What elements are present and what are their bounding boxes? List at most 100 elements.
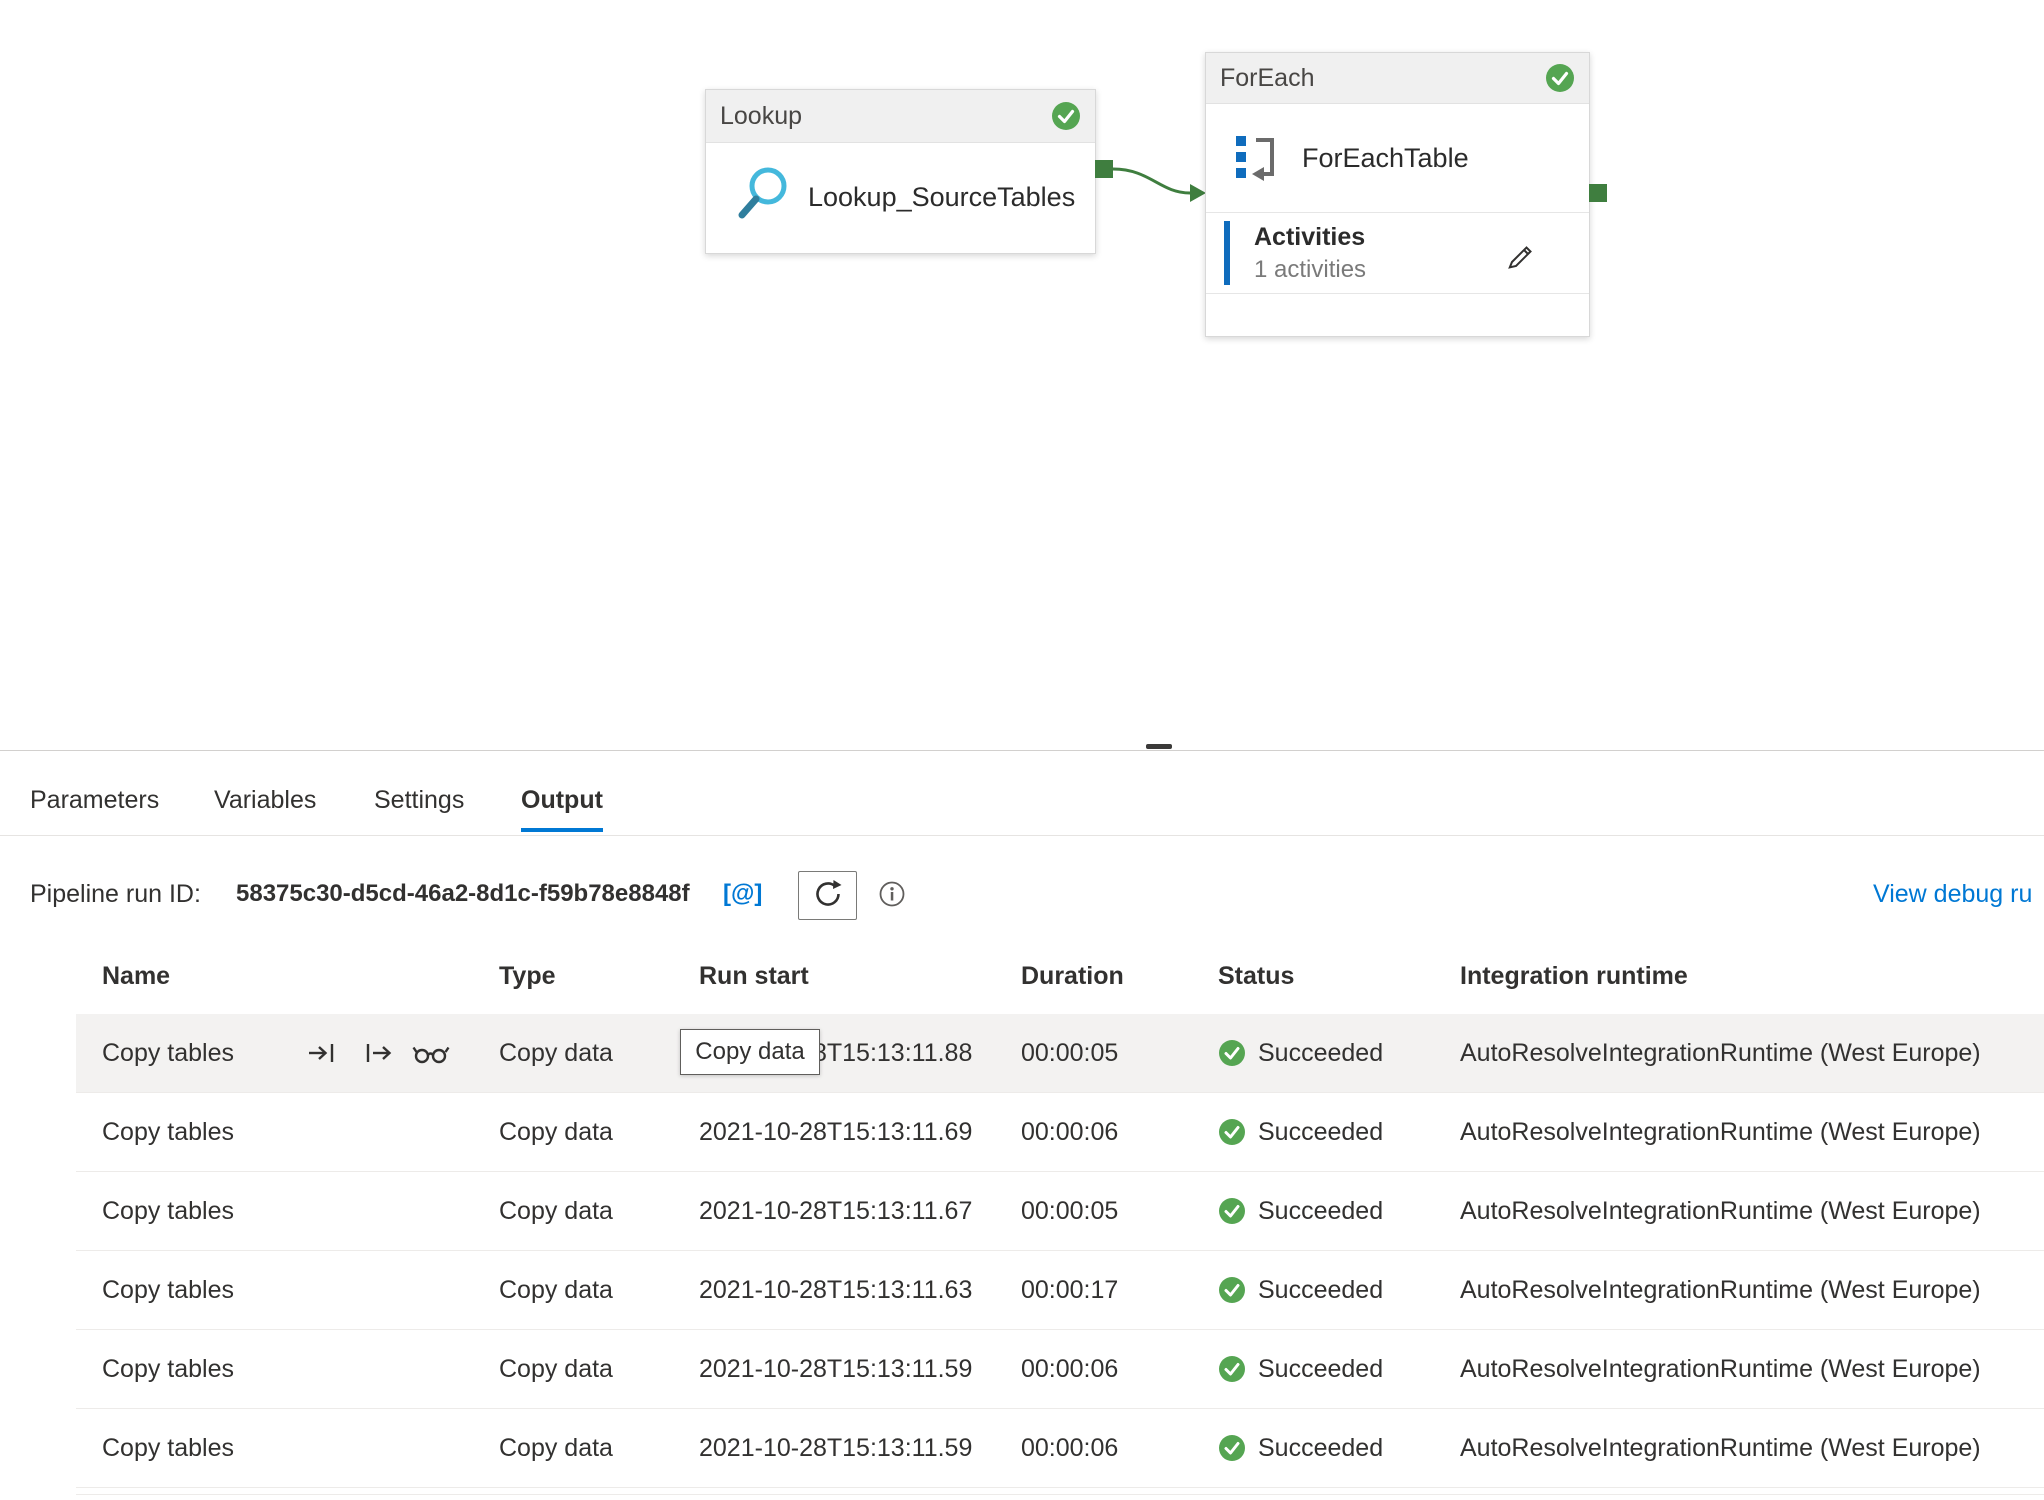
row-name: Copy tables [102,1409,234,1487]
dynamic-content-at-icon[interactable]: [@] [723,868,762,920]
column-header-status: Status [1218,938,1294,1014]
succeeded-check-icon [1218,1039,1246,1067]
row-name: Copy tables [102,1330,234,1408]
row-status: Succeeded [1218,1014,1383,1092]
row-type: Copy data [499,1409,613,1487]
foreach-node-header: ForEach [1206,53,1589,104]
tab-variables[interactable]: Variables [214,772,316,828]
info-icon[interactable] [878,880,906,908]
row-name: Copy tables [102,1251,234,1329]
panel-divider [0,750,2044,751]
column-header-name: Name [102,938,170,1014]
success-check-icon [1051,101,1081,131]
succeeded-check-icon [1218,1434,1246,1462]
tab-output[interactable]: Output [521,772,603,832]
column-header-integration-runtime: Integration runtime [1460,938,1688,1014]
succeeded-check-icon [1218,1355,1246,1383]
succeeded-check-icon [1218,1276,1246,1304]
table-row[interactable]: Copy tables Copy data 2021-10-28T15:13:1… [76,1172,2044,1251]
row-status-text: Succeeded [1258,1355,1383,1384]
input-icon[interactable] [306,1037,340,1069]
activities-text: Activities 1 activities [1254,223,1366,284]
row-type: Copy data [499,1172,613,1250]
row-duration: 00:00:05 [1021,1172,1118,1250]
column-header-run-start: Run start [699,938,809,1014]
tabs-divider [0,835,2044,836]
edit-activities-pencil-icon[interactable] [1505,237,1537,274]
row-type: Copy data [499,1014,613,1092]
row-status-text: Succeeded [1258,1434,1383,1463]
lookup-activity-node[interactable]: Lookup Lookup_SourceTables [705,89,1096,254]
view-debug-link[interactable]: View debug ru [1873,868,2044,920]
lookup-output-port[interactable] [1095,160,1113,178]
row-integration-runtime: AutoResolveIntegrationRuntime (West Euro… [1460,1251,1981,1329]
output-icon[interactable] [362,1037,396,1069]
row-type: Copy data [499,1093,613,1171]
pipeline-run-id-value: 58375c30-d5cd-46a2-8d1c-f59b78e8848f [236,868,690,920]
lookup-node-body: Lookup_SourceTables [706,143,1095,252]
row-integration-runtime: AutoResolveIntegrationRuntime (West Euro… [1460,1409,1981,1487]
table-bottom-divider [76,1494,2044,1495]
foreach-loop-icon [1234,129,1280,188]
table-row[interactable]: Copy tables Copy data 2021-10-28T15:13:1… [76,1409,2044,1488]
row-run-start: 2021-10-28T15:13:11.63 [699,1251,972,1329]
pipeline-canvas[interactable]: Lookup Lookup_SourceTables [0,0,2044,750]
row-status-text: Succeeded [1258,1276,1383,1305]
row-type: Copy data [499,1330,613,1408]
adf-pipeline-screen: Lookup Lookup_SourceTables [0,0,2044,1500]
row-run-start: 2021-10-28T15:13:11.59 [699,1330,972,1408]
row-integration-runtime: AutoResolveIntegrationRuntime (West Euro… [1460,1014,1981,1092]
row-duration: 00:00:05 [1021,1014,1118,1092]
activities-label: Activities [1254,223,1366,252]
foreach-node-body: ForEachTable [1206,104,1589,212]
column-header-type: Type [499,938,556,1014]
tab-settings[interactable]: Settings [374,772,464,828]
activity-runs-table: Copy tables [76,1014,2044,1488]
succeeded-check-icon [1218,1197,1246,1225]
column-header-duration: Duration [1021,938,1124,1014]
row-duration: 00:00:17 [1021,1251,1118,1329]
table-row[interactable]: Copy tables [76,1014,2044,1093]
succeeded-check-icon [1218,1118,1246,1146]
lookup-node-header: Lookup [706,90,1095,143]
row-status: Succeeded [1218,1251,1383,1329]
row-status: Succeeded [1218,1409,1383,1487]
pipeline-run-id-label: Pipeline run ID: [30,868,201,920]
row-name: Copy tables [102,1014,234,1092]
row-run-start: 2021-10-28T15:13:11.67 [699,1172,972,1250]
copy-data-tooltip: Copy data [680,1029,820,1075]
row-duration: 00:00:06 [1021,1330,1118,1408]
row-integration-runtime: AutoResolveIntegrationRuntime (West Euro… [1460,1330,1981,1408]
table-row[interactable]: Copy tables Copy data 2021-10-28T15:13:1… [76,1330,2044,1409]
table-row[interactable]: Copy tables Copy data 2021-10-28T15:13:1… [76,1251,2044,1330]
row-status-text: Succeeded [1258,1039,1383,1068]
foreach-output-port[interactable] [1589,184,1607,202]
row-integration-runtime: AutoResolveIntegrationRuntime (West Euro… [1460,1172,1981,1250]
row-duration: 00:00:06 [1021,1409,1118,1487]
activities-accent-bar [1224,221,1230,285]
row-duration: 00:00:06 [1021,1093,1118,1171]
foreach-activities-section[interactable]: Activities 1 activities [1206,212,1589,294]
row-name: Copy tables [102,1172,234,1250]
row-status: Succeeded [1218,1330,1383,1408]
row-status-text: Succeeded [1258,1118,1383,1147]
row-type: Copy data [499,1251,613,1329]
row-run-start: 2021-10-28T15:13:11.59 [699,1409,972,1487]
foreach-node-header-label: ForEach [1220,64,1314,93]
details-glasses-icon[interactable] [411,1037,451,1069]
foreach-activity-node[interactable]: ForEach [1205,52,1590,337]
activities-count: 1 activities [1254,256,1366,284]
foreach-activity-name: ForEachTable [1302,143,1469,174]
refresh-button[interactable] [798,871,857,920]
row-status: Succeeded [1218,1172,1383,1250]
table-header-row: Name Type Run start Duration Status Inte… [76,938,2044,1014]
tab-parameters[interactable]: Parameters [30,772,159,828]
row-name: Copy tables [102,1093,234,1171]
row-status-text: Succeeded [1258,1197,1383,1226]
lookup-activity-name: Lookup_SourceTables [808,182,1075,213]
table-row[interactable]: Copy tables Copy data 2021-10-28T15:13:1… [76,1093,2044,1172]
panel-resize-handle[interactable] [1146,744,1172,749]
success-check-icon [1545,63,1575,93]
row-integration-runtime: AutoResolveIntegrationRuntime (West Euro… [1460,1093,1981,1171]
lookup-search-icon [730,163,794,232]
